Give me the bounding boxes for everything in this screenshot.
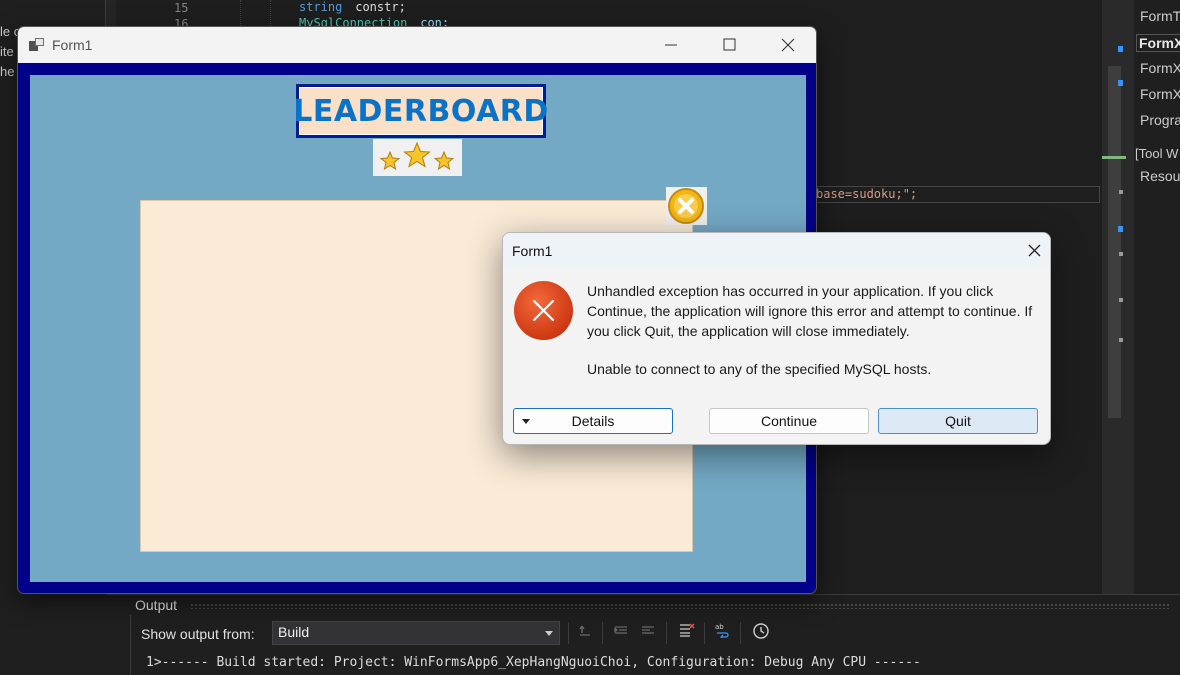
- solution-item[interactable]: FormT: [1140, 8, 1180, 24]
- output-log-line: 1>------ Build started: Project: WinForm…: [146, 655, 921, 670]
- scroll-marker: [1118, 226, 1123, 232]
- expand-triangle-icon: [522, 419, 530, 424]
- output-panel-title: Output: [135, 597, 178, 613]
- minimize-button[interactable]: [642, 27, 700, 63]
- dialog-titlebar[interactable]: Form1: [503, 233, 1050, 269]
- scroll-marker: [1118, 80, 1123, 86]
- clock-icon[interactable]: [750, 622, 772, 644]
- minimize-icon: [665, 44, 677, 46]
- left-pane-text: he: [0, 64, 15, 79]
- scroll-caret-marker: [1102, 156, 1126, 159]
- toolbar-separator: [602, 622, 603, 644]
- code-text: constr;: [348, 0, 406, 14]
- scroll-marker: [1119, 298, 1123, 302]
- find-message-icon[interactable]: [574, 622, 596, 644]
- app-window-icon: [29, 38, 44, 51]
- continue-button-label: Continue: [760, 413, 818, 429]
- solution-explorer: FormT FormX FormX FormX Progra [Tool W R…: [1134, 0, 1180, 594]
- previous-message-icon[interactable]: [610, 622, 632, 644]
- solution-item-selected[interactable]: FormX: [1136, 34, 1180, 52]
- panel-drag-handle[interactable]: [190, 603, 1170, 609]
- maximize-button[interactable]: [700, 27, 758, 63]
- dialog-title: Form1: [512, 243, 553, 259]
- error-icon: [514, 281, 573, 340]
- solution-item[interactable]: Progra: [1140, 112, 1180, 128]
- maximize-icon: [723, 38, 736, 51]
- close-icon: [1028, 244, 1041, 257]
- toolbar-separator: [568, 622, 569, 644]
- close-button[interactable]: [758, 27, 816, 63]
- toolbar-separator: [666, 622, 667, 644]
- close-game-button[interactable]: [666, 187, 707, 225]
- quit-button[interactable]: Quit: [878, 408, 1038, 434]
- output-source-value: Build: [278, 624, 310, 640]
- leaderboard-title-box: LEADERBOARD: [293, 84, 548, 138]
- solution-item[interactable]: FormX: [1140, 60, 1180, 76]
- details-button[interactable]: Details: [513, 408, 673, 434]
- dialog-message: Unhandled exception has occurred in your…: [587, 283, 1033, 339]
- quit-button-label: Quit: [945, 413, 971, 429]
- clear-all-icon[interactable]: [676, 622, 698, 644]
- solution-item[interactable]: [Tool W: [1135, 146, 1178, 161]
- solution-item[interactable]: FormX: [1140, 86, 1180, 102]
- scroll-thumb[interactable]: [1108, 66, 1121, 418]
- form1-title: Form1: [52, 37, 93, 53]
- left-pane-text: ite: [0, 44, 14, 59]
- editor-scrollbar[interactable]: [1102, 0, 1134, 594]
- panel-divider: [130, 615, 131, 675]
- details-button-label: Details: [571, 413, 615, 429]
- svg-text:ab: ab: [715, 623, 724, 631]
- exception-dialog: Form1 Unhandled exception has occurred i…: [502, 232, 1051, 445]
- continue-button[interactable]: Continue: [709, 408, 869, 434]
- line-number: 15: [174, 1, 189, 15]
- toolbar-separator: [740, 622, 741, 644]
- next-message-icon[interactable]: [637, 622, 659, 644]
- stars-image: [373, 139, 462, 176]
- solution-item[interactable]: Resou: [1140, 168, 1180, 184]
- scroll-marker: [1119, 252, 1123, 256]
- form1-titlebar[interactable]: Form1: [18, 27, 816, 63]
- dialog-error-detail: Unable to connect to any of the specifie…: [587, 361, 932, 377]
- stars-icon: [379, 141, 455, 171]
- scroll-marker: [1119, 190, 1123, 194]
- word-wrap-icon[interactable]: ab: [712, 622, 734, 644]
- output-source-select[interactable]: Build: [272, 621, 560, 645]
- code-string: base=sudoku;";: [816, 187, 918, 201]
- output-panel: Output Show output from: Build ab 1>----…: [106, 594, 1180, 675]
- leaderboard-title: LEADERBOARD: [293, 93, 549, 129]
- scroll-marker: [1118, 46, 1123, 52]
- toolbar-separator: [704, 622, 705, 644]
- scroll-marker: [1119, 338, 1123, 342]
- dialog-close-button[interactable]: [1008, 233, 1050, 269]
- close-coin-icon: [668, 188, 704, 224]
- show-output-label: Show output from:: [141, 626, 255, 642]
- leaderboard-title-panel: LEADERBOARD: [293, 87, 548, 135]
- close-icon: [781, 38, 795, 52]
- chevron-down-icon: [545, 631, 553, 636]
- code-keyword: string: [299, 0, 343, 14]
